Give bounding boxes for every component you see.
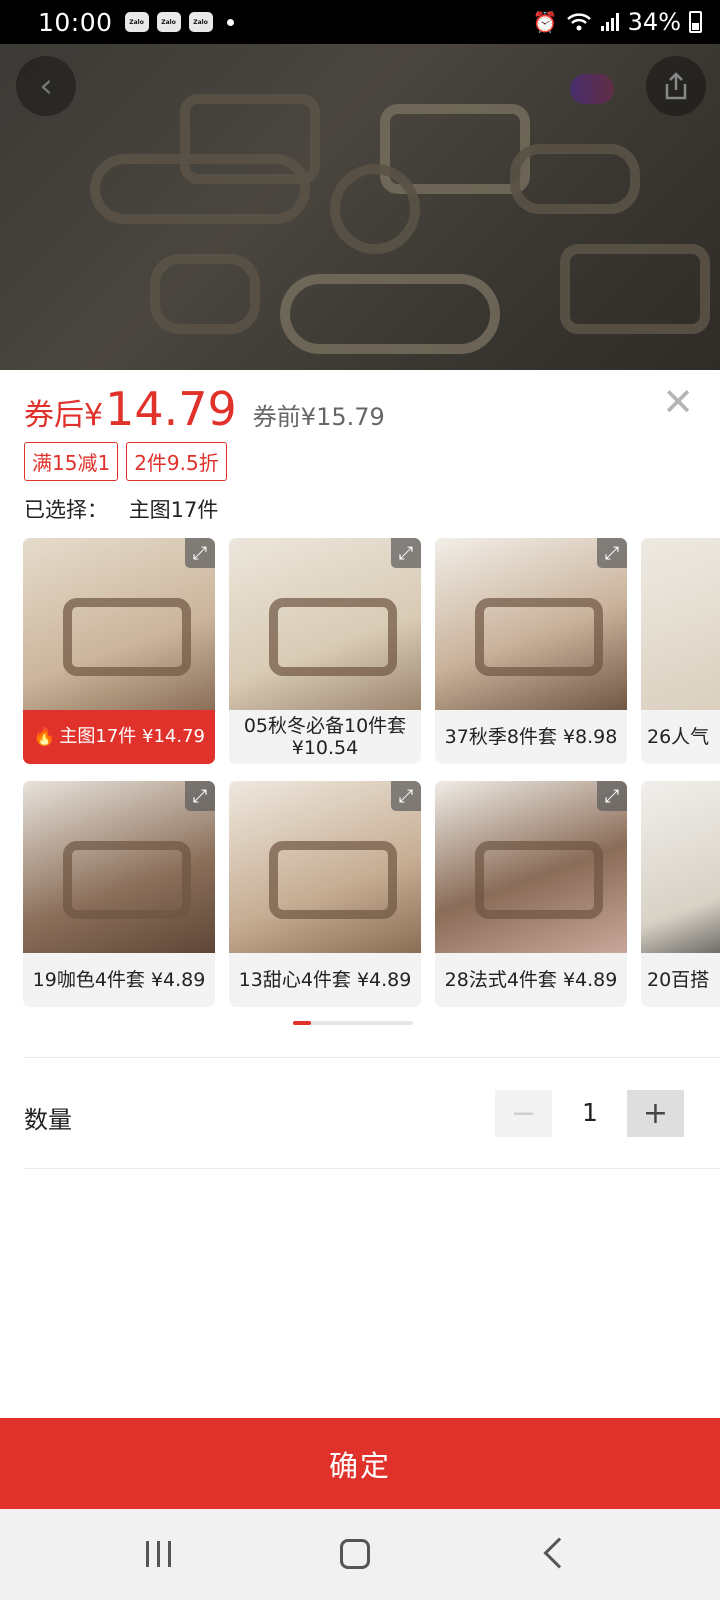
hair-claw-shape [330,164,420,254]
expand-icon[interactable]: ⤢ [185,538,215,568]
option-label: 13甜心4件套 ¥4.89 [238,969,412,991]
price-before-coupon: 券前¥15.79 [252,403,385,431]
share-button[interactable] [646,56,706,116]
system-back-button[interactable] [543,1537,575,1569]
option-label: 28法式4件套 ¥4.89 [444,969,618,991]
option-image [641,538,720,710]
option-image [641,781,720,953]
option-grid[interactable]: ⤢ 🔥 主图17件 ¥14.79 ⤢ 05秋冬必备10件套 ¥10.54 ⤢ 37… [23,538,720,1018]
battery-icon [689,11,702,33]
quantity-label: 数量 [24,1106,72,1134]
zalo-notification-icon: Zalo [124,12,149,32]
hair-claw-shape [510,144,640,214]
sku-selection-sheet: 券后¥ 14.79 券前¥15.79 ✕ 满15减1 2件9.5折 已选择： 主… [0,370,720,1418]
hair-claw-shape [150,254,260,334]
scroll-indicator-thumb [293,1021,311,1025]
share-icon [665,72,687,100]
price-row: 券后¥ 14.79 券前¥15.79 [24,382,385,436]
option-label: 20百搭 [647,969,710,991]
home-button[interactable] [340,1539,370,1569]
system-navigation-bar [0,1509,720,1600]
signal-icon [600,13,619,31]
chevron-left-icon: ‹ [39,66,53,106]
option-card[interactable]: ⤢ 05秋冬必备10件套 ¥10.54 [229,538,421,764]
battery-percent: 34% [627,8,681,36]
zalo-notification-icon: Zalo [188,12,213,32]
price-after-coupon: 14.79 [105,382,237,436]
option-label: 05秋冬必备10件套 ¥10.54 [243,715,407,759]
option-label: 19咖色4件套 ¥4.89 [32,969,206,991]
wifi-icon [566,13,591,31]
option-label-text: 主图17件 ¥14.79 [59,726,206,747]
option-card[interactable]: ⤢ 🔥 主图17件 ¥14.79 [23,538,215,764]
option-card[interactable]: ⤢ 13甜心4件套 ¥4.89 [229,781,421,1007]
alarm-icon: ⏰ [532,10,558,34]
recent-apps-button[interactable] [146,1541,171,1567]
hair-claw-shape [560,244,710,334]
status-bar: 10:00 Zalo Zalo Zalo ⏰ 34% [0,0,720,44]
option-card[interactable]: ⤢ 37秋季8件套 ¥8.98 [435,538,627,764]
confirm-button[interactable]: 确定 [0,1418,720,1509]
quantity-decrease-button[interactable]: − [495,1090,552,1137]
option-label: 37秋季8件套 ¥8.98 [444,726,618,748]
price-after-coupon-label: 券后¥ [24,398,104,433]
expand-icon[interactable]: ⤢ [391,538,421,568]
quantity-increase-button[interactable]: + [627,1090,684,1137]
promo-tag: 满15减1 [24,442,119,481]
selected-label: 已选择： [24,498,108,522]
divider [23,1057,720,1058]
status-time: 10:00 [38,7,113,37]
option-card[interactable]: 26人气 [641,538,720,764]
divider [23,1168,720,1169]
expand-icon[interactable]: ⤢ [597,538,627,568]
zalo-notification-icon: Zalo [156,12,181,32]
close-icon: ✕ [662,380,694,424]
promo-tag: 2件9.5折 [126,442,227,481]
product-main-image[interactable]: ‹ [0,44,720,370]
hair-claw-shape [90,154,310,224]
option-card[interactable]: ⤢ 19咖色4件套 ¥4.89 [23,781,215,1007]
option-label: 26人气 [647,726,710,748]
hair-claw-shape [280,274,500,354]
promo-tags: 满15减1 2件9.5折 [24,442,227,481]
selected-option-summary: 已选择： 主图17件 [24,494,218,524]
option-card[interactable]: ⤢ 28法式4件套 ¥4.89 [435,781,627,1007]
back-button[interactable]: ‹ [16,56,76,116]
option-card[interactable]: 20百搭 [641,781,720,1007]
favorite-icon[interactable] [570,74,614,104]
expand-icon[interactable]: ⤢ [185,781,215,811]
expand-icon[interactable]: ⤢ [391,781,421,811]
horizontal-scroll-indicator [293,1021,413,1025]
expand-icon[interactable]: ⤢ [597,781,627,811]
selected-value: 主图17件 [128,498,219,522]
more-notifications-icon [226,18,234,26]
close-button[interactable]: ✕ [658,382,698,422]
fire-icon: 🔥 [32,726,56,747]
quantity-value[interactable]: 1 [560,1098,620,1127]
option-label: 🔥 主图17件 ¥14.79 [23,710,215,764]
